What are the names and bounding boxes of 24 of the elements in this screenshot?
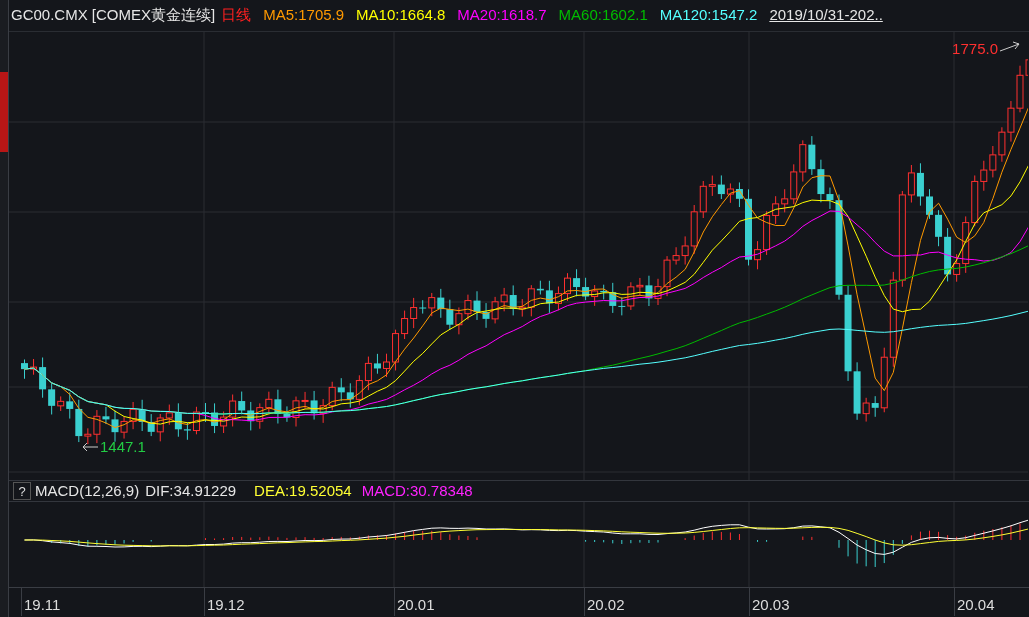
macd-value: MACD:30.78348 [361,480,473,501]
active-tab-marker[interactable] [0,72,8,152]
date-label: 19.11 [24,595,61,615]
period-label: 日线 [221,5,252,26]
symbol-title: GC00.CMX [COMEX黄金连续] [11,5,216,26]
dif-value: DIF:34.91229 [145,480,237,501]
date-label: 20.04 [957,595,995,615]
arrow-icon [999,40,1021,53]
arrow-icon [81,442,99,453]
date-label: 20.01 [397,595,435,615]
ma-value: MA20:1618.7 [457,5,547,26]
ma-value: MA10:1664.8 [356,5,446,26]
ma-value: MA5:1705.9 [263,5,345,26]
date-label: 20.02 [587,595,625,615]
help-button[interactable]: ? [13,482,31,500]
macd-title: MACD(12,26,9) [35,480,140,501]
date-label: 20.03 [752,595,790,615]
date-label: 19.12 [207,595,245,615]
date-range-link[interactable]: 2019/10/31-202.. [769,4,883,27]
ma-value: MA120:1547.2 [659,5,758,26]
dea-value: DEA:19.52054 [254,480,352,501]
ma-value: MA60:1602.1 [558,5,648,26]
high-price-label: 1775.0 [952,39,998,59]
low-price-label: 1447.1 [100,437,146,457]
